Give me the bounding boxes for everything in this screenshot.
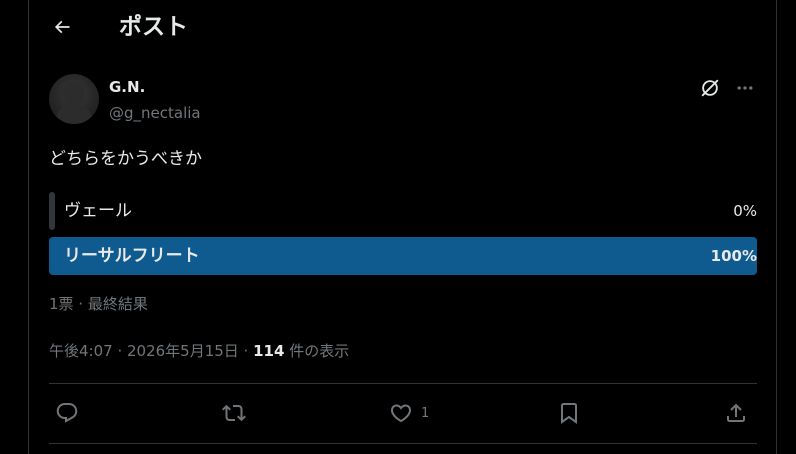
repost-icon	[222, 404, 246, 422]
avatar[interactable]	[49, 74, 99, 124]
divider	[49, 443, 757, 444]
page-title: ポスト	[119, 14, 188, 40]
divider	[49, 383, 757, 384]
more-options-button[interactable]	[733, 77, 757, 99]
arrow-left-icon	[54, 20, 70, 34]
tweet-text: どちらをかうべきか	[49, 149, 202, 169]
bookmark-button[interactable]	[557, 400, 581, 426]
like-count: 1	[421, 405, 430, 421]
poll-option-percent: 0%	[733, 202, 757, 220]
grok-button[interactable]	[699, 77, 721, 99]
share-button[interactable]	[724, 400, 748, 426]
poll-option-percent: 100%	[710, 247, 757, 265]
reply-icon	[56, 403, 78, 423]
views-count: 114	[253, 342, 285, 360]
more-horizontal-icon	[737, 86, 753, 90]
back-button[interactable]	[47, 12, 77, 42]
post-column: ポスト G.N. @g_nectalia どちらをかうべきか ヴェール 0% リ…	[28, 0, 777, 454]
views-label: 件の表示	[284, 342, 350, 360]
bookmark-icon	[561, 403, 577, 424]
heart-icon	[390, 404, 412, 423]
timestamp[interactable]: 午後4:07 · 2026年5月15日 ·	[49, 342, 253, 360]
share-icon	[727, 403, 745, 422]
poll-option: ヴェール 0%	[49, 192, 757, 230]
poll-option-winner: リーサルフリート 100%	[49, 237, 757, 275]
like-button[interactable]: 1	[389, 400, 429, 426]
poll-option-label: ヴェール	[64, 201, 132, 221]
poll-bar	[49, 192, 55, 230]
timestamp-row: 午後4:07 · 2026年5月15日 · 114 件の表示	[49, 340, 349, 362]
grok-icon	[701, 79, 719, 97]
reply-button[interactable]	[55, 400, 79, 426]
author-display-name[interactable]: G.N.	[109, 77, 145, 97]
poll-meta: 1票 · 最終結果	[49, 295, 148, 313]
header: ポスト	[29, 0, 776, 54]
repost-button[interactable]	[222, 400, 246, 426]
author-handle[interactable]: @g_nectalia	[109, 103, 201, 123]
poll-option-label: リーサルフリート	[64, 246, 200, 266]
